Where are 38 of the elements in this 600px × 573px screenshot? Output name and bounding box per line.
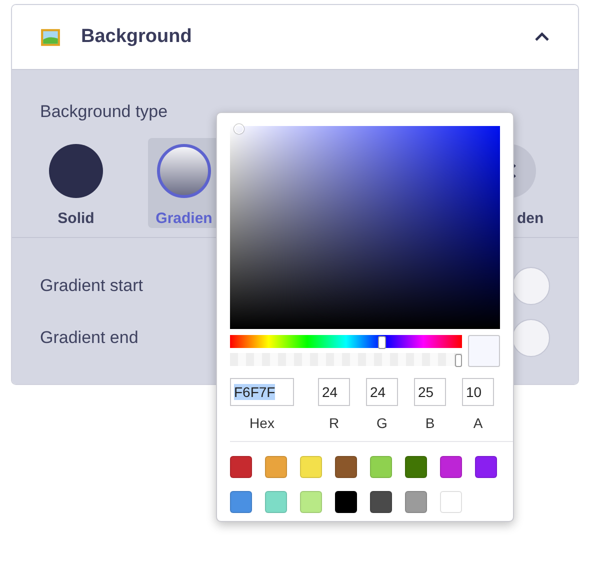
field-label: A	[473, 415, 483, 431]
color-preview	[468, 335, 500, 367]
preset-swatch[interactable]	[370, 456, 392, 478]
chevron-icon[interactable]	[534, 32, 550, 42]
color-swatch[interactable]	[512, 319, 550, 357]
preset-swatch[interactable]	[440, 456, 462, 478]
field-label: B	[425, 415, 435, 431]
field-label: Hex	[250, 415, 274, 431]
preset-swatch[interactable]	[405, 491, 427, 513]
preset-swatch[interactable]	[475, 456, 497, 478]
preset-swatch[interactable]	[230, 491, 252, 513]
preset-swatch[interactable]	[335, 491, 357, 513]
hue-slider[interactable]	[378, 336, 386, 349]
panel-title: Background	[81, 26, 193, 48]
value-field[interactable]: 24	[318, 378, 350, 406]
preset-swatch[interactable]	[335, 456, 357, 478]
color-swatch[interactable]	[512, 267, 550, 305]
picture-icon	[40, 26, 61, 48]
preset-swatch[interactable]	[265, 456, 287, 478]
field-label: R	[328, 415, 340, 431]
preset-swatch[interactable]	[265, 491, 287, 513]
value-field[interactable]: 10	[462, 378, 494, 406]
preset-swatch[interactable]	[440, 491, 462, 513]
preset-swatch[interactable]	[405, 456, 427, 478]
section-label: Background type	[40, 102, 169, 122]
row-label: Gradient end	[40, 328, 138, 348]
preset-swatch[interactable]	[370, 491, 392, 513]
value-field[interactable]: 24	[366, 378, 398, 406]
alpha-slider[interactable]	[455, 354, 462, 367]
saturation-area[interactable]	[230, 126, 500, 329]
preset-swatch[interactable]	[300, 491, 322, 513]
value-field[interactable]: F6F7F	[230, 378, 294, 406]
preset-swatch[interactable]	[300, 456, 322, 478]
row-label: Gradient start	[40, 276, 143, 296]
preset-swatch[interactable]	[230, 456, 252, 478]
field-label: G	[376, 415, 388, 431]
value-field[interactable]: 25	[414, 378, 446, 406]
type-option[interactable]: Solid	[40, 138, 112, 228]
